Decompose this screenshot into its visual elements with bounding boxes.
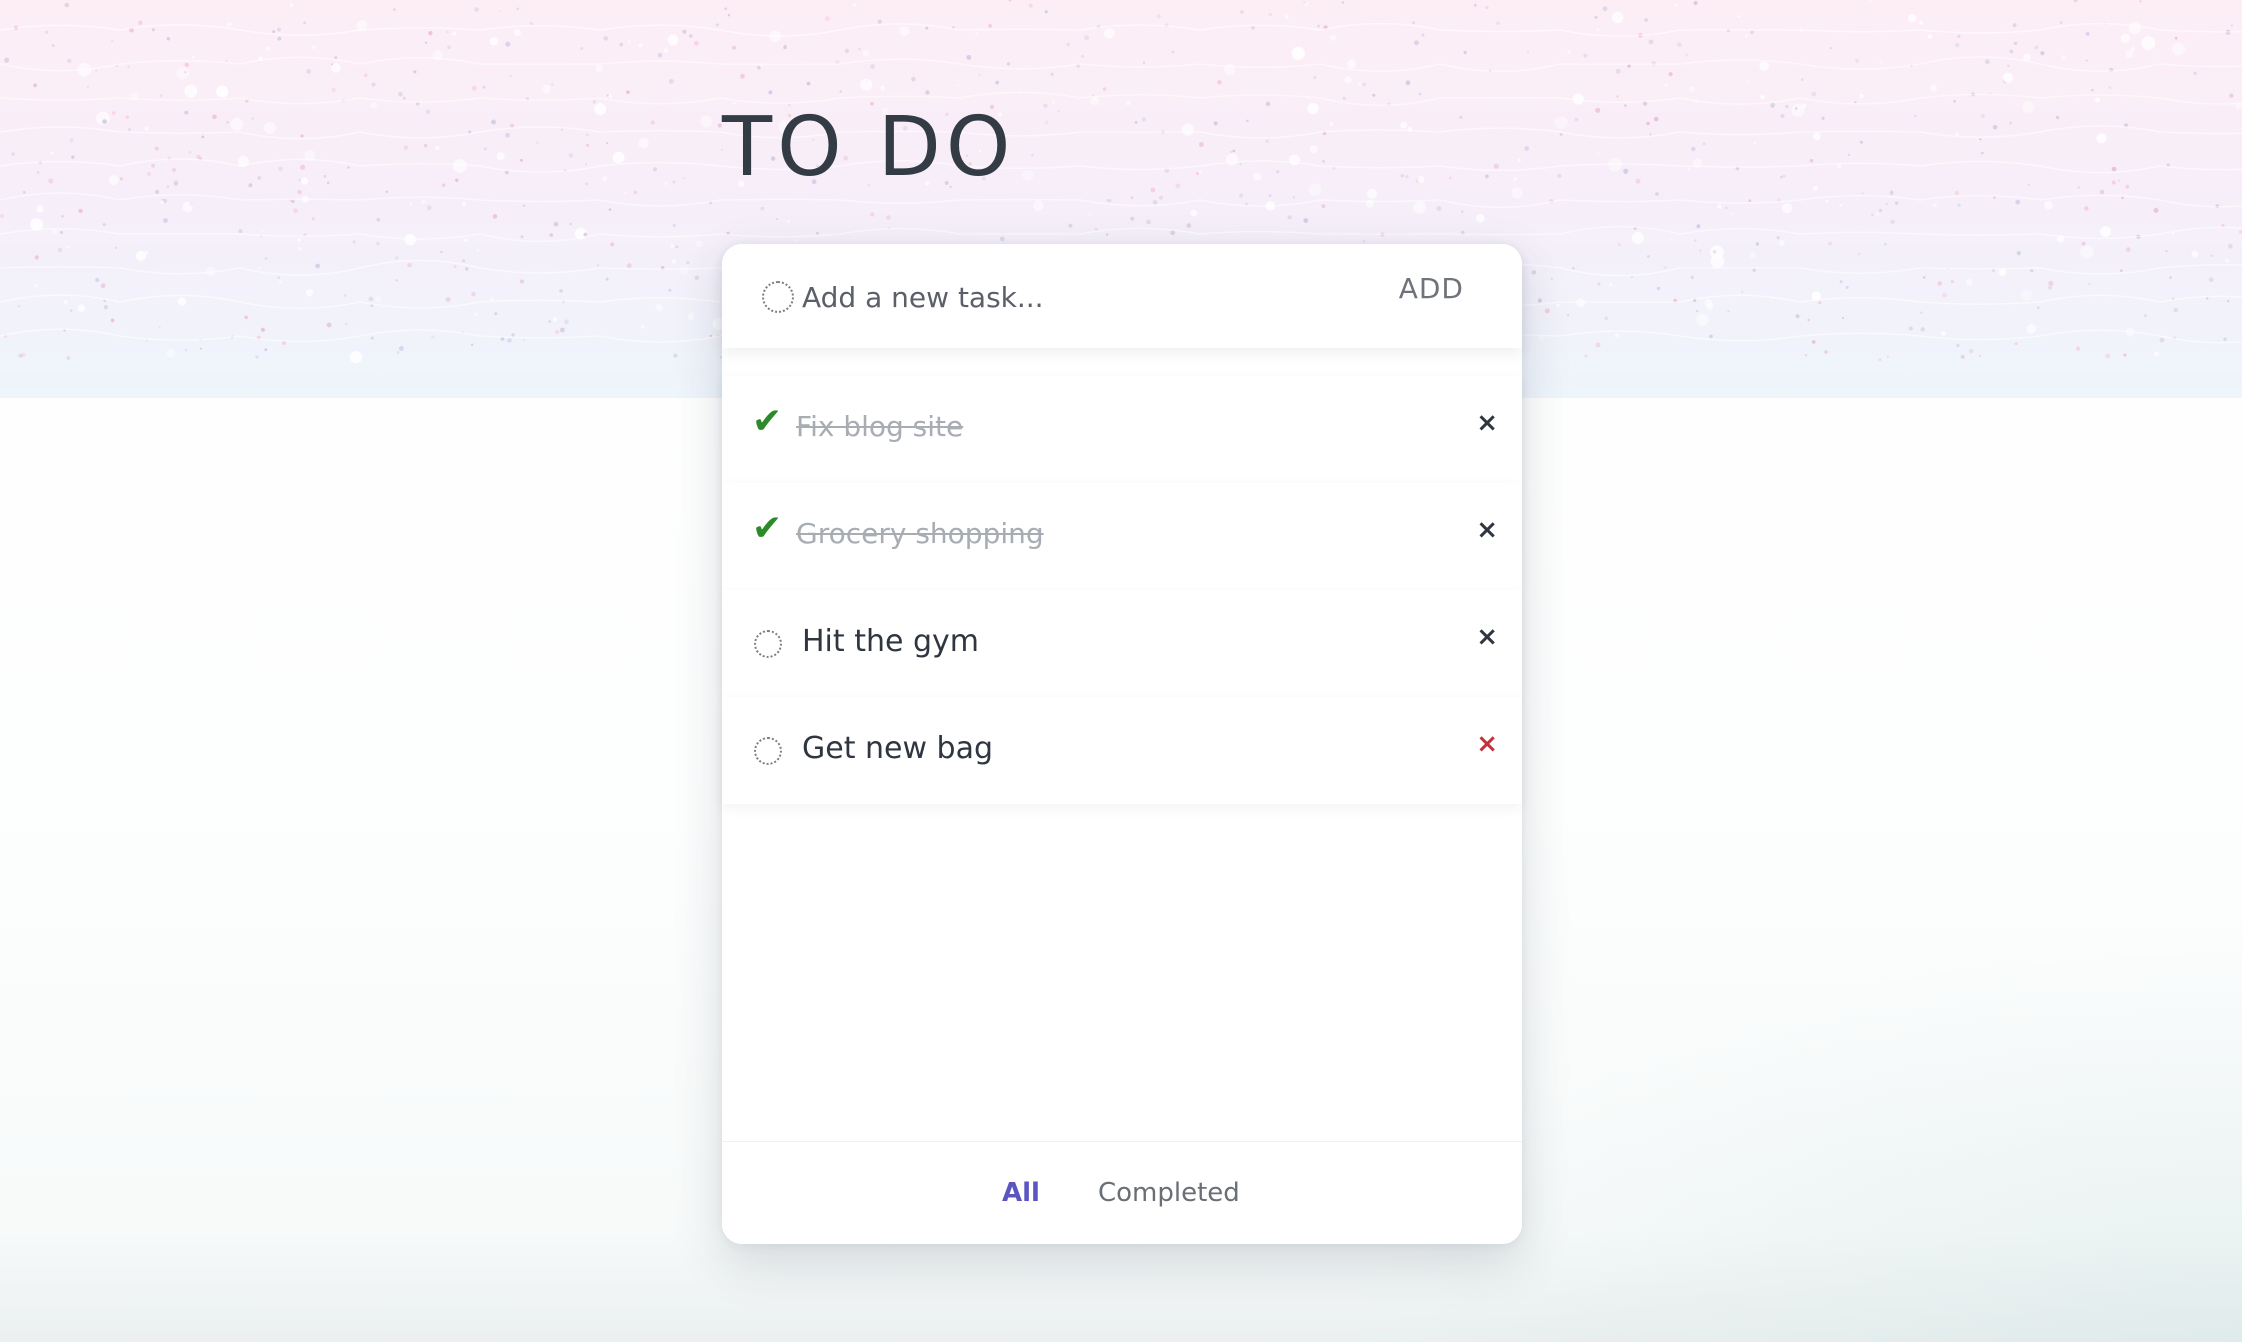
task-list: ✔ Fix blog site × ✔ Grocery shopping × H… bbox=[722, 376, 1522, 804]
delete-icon[interactable]: × bbox=[1476, 624, 1498, 650]
task-item: ✔ Fix blog site × bbox=[722, 376, 1522, 483]
new-task-input[interactable] bbox=[800, 272, 1364, 322]
page-title: TO DO bbox=[722, 100, 1016, 195]
new-task-circle-icon bbox=[762, 281, 794, 313]
filter-completed-tab[interactable]: Completed bbox=[1098, 1178, 1240, 1208]
filter-all-tab[interactable]: All bbox=[1002, 1178, 1040, 1208]
task-item: Get new bag × bbox=[722, 697, 1522, 804]
page: TO DO ADD ✔ Fix blog site × ✔ Grocery sh… bbox=[0, 0, 2242, 1342]
task-item: Hit the gym × bbox=[722, 590, 1522, 697]
delete-icon[interactable]: × bbox=[1476, 731, 1498, 757]
add-button[interactable]: ADD bbox=[1399, 272, 1464, 305]
task-text[interactable]: Grocery shopping bbox=[796, 517, 1044, 550]
new-task-row: ADD bbox=[722, 244, 1522, 348]
checkmark-icon[interactable]: ✔ bbox=[752, 511, 782, 547]
unchecked-circle-icon[interactable] bbox=[754, 737, 782, 765]
delete-icon[interactable]: × bbox=[1476, 517, 1498, 543]
filter-bar: All Completed bbox=[722, 1141, 1522, 1244]
task-text[interactable]: Hit the gym bbox=[802, 624, 979, 659]
unchecked-circle-icon[interactable] bbox=[754, 630, 782, 658]
checkmark-icon[interactable]: ✔ bbox=[752, 404, 782, 440]
delete-icon[interactable]: × bbox=[1476, 410, 1498, 436]
task-text[interactable]: Fix blog site bbox=[796, 410, 963, 443]
task-text[interactable]: Get new bag bbox=[802, 731, 993, 766]
task-item: ✔ Grocery shopping × bbox=[722, 483, 1522, 590]
todo-card: ADD ✔ Fix blog site × ✔ Grocery shopping… bbox=[722, 244, 1522, 1244]
